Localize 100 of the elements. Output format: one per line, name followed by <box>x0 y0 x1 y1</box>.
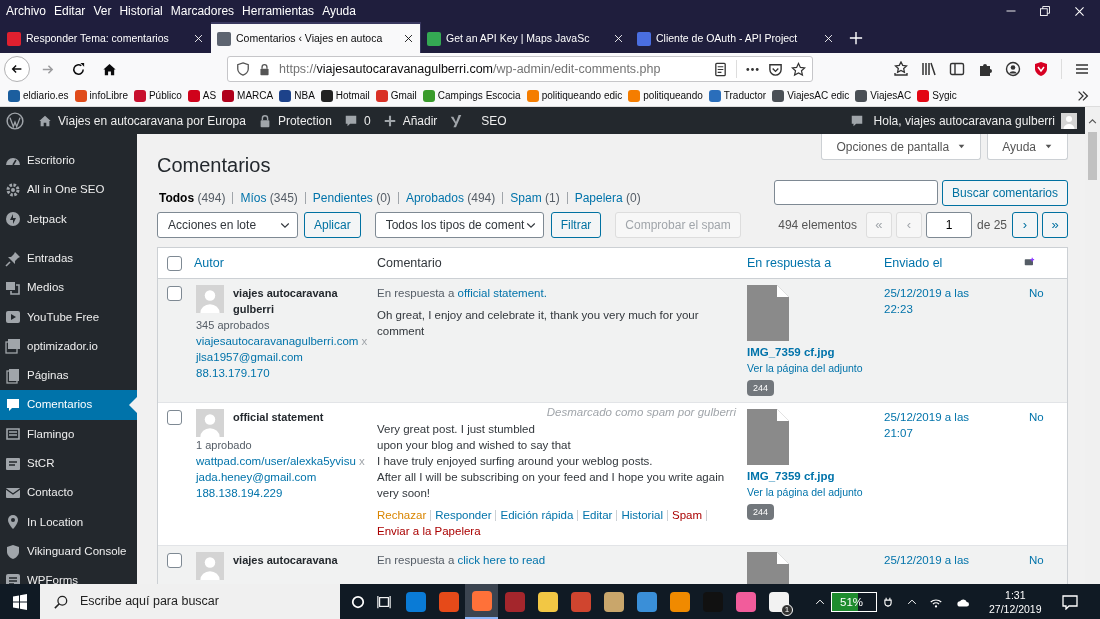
bookmark-link[interactable]: MARCA <box>237 88 274 103</box>
row-action-link[interactable]: Enviar a la Papelera <box>377 525 481 537</box>
filter-link[interactable]: Pendientes (0) <box>312 189 391 207</box>
bookmark-link[interactable]: politiqueando edic <box>541 88 623 103</box>
ip-link[interactable]: 88.13.179.170 <box>196 367 270 379</box>
menu-icon[interactable] <box>1074 61 1090 77</box>
bookmark-link[interactable]: Campings Escocia <box>437 88 521 103</box>
sidebar-item[interactable]: Medios <box>0 273 137 303</box>
sidebar-item[interactable]: In Location <box>0 507 137 537</box>
scrollbar-thumb[interactable] <box>1088 132 1097 180</box>
pocket-icon[interactable] <box>768 61 783 77</box>
sidebar-item[interactable]: Comentarios <box>0 390 137 420</box>
site-link[interactable]: Viajes en autocaravana por Europa <box>58 111 246 130</box>
close-icon[interactable] <box>1073 4 1086 18</box>
reader-view-icon[interactable] <box>713 61 728 77</box>
reply-link[interactable]: official statement. <box>457 287 547 299</box>
checkbox[interactable] <box>167 255 182 271</box>
select-field[interactable]: Acciones en lote <box>157 212 298 238</box>
ip-link[interactable]: 188.138.194.229 <box>196 487 283 499</box>
start-icon[interactable] <box>12 593 28 610</box>
menu-item[interactable]: Ayuda <box>318 2 360 20</box>
bookmark-star-icon[interactable] <box>791 61 806 77</box>
taskbar-search-field[interactable]: Escribe aquí para buscar <box>40 584 340 619</box>
filter-link[interactable]: Papelera (0) <box>574 189 641 207</box>
sidebar-item[interactable]: Vikinguard Console <box>0 536 137 567</box>
restore-icon[interactable] <box>1039 5 1051 17</box>
reply-link[interactable]: click here to read <box>457 554 546 566</box>
bookmark-link[interactable]: Público <box>148 88 182 103</box>
menu-item[interactable]: Historial <box>115 2 167 20</box>
sidebar-item[interactable]: StCR <box>0 448 137 479</box>
row-action-link[interactable]: Spam <box>671 509 702 521</box>
menu-item[interactable]: Ver <box>89 2 116 20</box>
avatar-icon[interactable] <box>1061 112 1077 129</box>
shield-icon[interactable] <box>236 62 250 76</box>
row-action-link[interactable]: Edición rápida <box>500 509 574 521</box>
comment-count-bubble[interactable]: 244 <box>747 504 775 520</box>
author-url-link[interactable]: viajesautocaravanagulberri.com <box>196 335 359 347</box>
taskbar-app[interactable] <box>465 584 498 619</box>
home-icon[interactable] <box>102 61 117 77</box>
sidebar-item[interactable]: Flamingo <box>0 419 137 449</box>
seo-link[interactable]: SEO <box>481 111 507 130</box>
attachment-link[interactable]: IMG_7359 cf.jpg <box>747 468 881 484</box>
menu-item[interactable]: Herramientas <box>238 2 319 20</box>
filter-link[interactable]: Todos (494) <box>159 189 226 207</box>
bookmark-link[interactable]: Gmail <box>390 88 417 103</box>
plus-icon[interactable] <box>382 113 397 128</box>
bookmark-link[interactable]: politiqueando <box>643 88 703 103</box>
dropdown-tab[interactable]: Opciones de pantalla <box>821 134 982 160</box>
notification-center-icon[interactable] <box>1061 593 1078 610</box>
user-greeting[interactable]: Hola, viajes autocaravana gulberri <box>873 111 1055 130</box>
select-field[interactable]: Todos los tipos de coment <box>374 212 544 238</box>
apply-button[interactable]: Aplicar <box>304 212 361 238</box>
sidebar-item[interactable]: YouTube Free <box>0 302 137 332</box>
address-bar[interactable]: https://viajesautocaravanagulberri.com/wp-admin/edit-comments.php <box>227 56 813 82</box>
row-action-link[interactable]: Responder <box>435 509 492 521</box>
cortana-icon[interactable] <box>351 594 365 609</box>
home-icon[interactable] <box>38 113 52 128</box>
bookmark-link[interactable]: eldiario.es <box>23 88 69 103</box>
sidebar-item[interactable]: Contacto <box>0 478 137 508</box>
protection-link[interactable]: Protection <box>277 111 332 130</box>
account-icon[interactable] <box>1005 61 1021 77</box>
menu-item[interactable]: Archivo <box>2 2 50 20</box>
sidebar-item[interactable]: Entradas <box>0 243 137 274</box>
checkbox[interactable] <box>167 286 182 301</box>
sort-link[interactable]: Autor <box>194 255 224 270</box>
puzzle-icon[interactable] <box>977 61 993 77</box>
pending-link[interactable]: No <box>1029 411 1044 423</box>
filter-link[interactable]: Aprobados (494) <box>405 189 496 207</box>
lock-icon[interactable] <box>258 62 271 76</box>
checkbox[interactable] <box>167 553 182 568</box>
date-link[interactable]: 25/12/2019 a las 22:23 <box>884 285 991 317</box>
logo-icon[interactable] <box>449 112 464 129</box>
filter-link[interactable]: Míos (345) <box>240 189 298 207</box>
back-button[interactable] <box>4 56 30 82</box>
bookmark-link[interactable]: Traductor <box>723 88 767 103</box>
close-icon[interactable] <box>403 33 414 44</box>
attachment-page-link[interactable]: Ver la página del adjunto <box>747 484 881 500</box>
author-url-link[interactable]: wattpad.com/user/alexka5yvisu <box>196 455 356 467</box>
checkbox[interactable] <box>167 410 182 425</box>
search-button[interactable]: Buscar comentarios <box>941 180 1068 206</box>
notification-icon[interactable] <box>849 113 864 128</box>
comment-count-bubble[interactable]: 244 <box>747 380 775 396</box>
email-link[interactable]: jlsa1957@gmail.com <box>196 351 303 363</box>
new-tab-icon[interactable] <box>849 30 863 45</box>
pending-link[interactable]: No <box>1029 554 1044 566</box>
scroll-up-icon[interactable] <box>1088 117 1097 126</box>
menu-item[interactable]: Marcadores <box>166 2 239 20</box>
star-tray-icon[interactable] <box>893 61 909 77</box>
bookmark-link[interactable]: ViajesAC edic <box>787 88 850 103</box>
taskbar-app[interactable]: 1 <box>762 584 795 619</box>
task-view-icon[interactable] <box>377 594 391 609</box>
dropdown-tab[interactable]: Ayuda <box>987 134 1068 160</box>
page-field[interactable]: 1 <box>925 212 972 238</box>
sort-link[interactable]: Enviado el <box>884 255 943 270</box>
page-button[interactable]: › <box>1012 212 1038 238</box>
bookmark-link[interactable]: AS <box>202 88 217 103</box>
shield-icon[interactable] <box>1033 61 1049 77</box>
bookmark-link[interactable]: Hotmail <box>335 88 370 103</box>
bookmark-link[interactable]: Sygic <box>932 88 957 103</box>
sidebar-icon[interactable] <box>949 61 965 77</box>
